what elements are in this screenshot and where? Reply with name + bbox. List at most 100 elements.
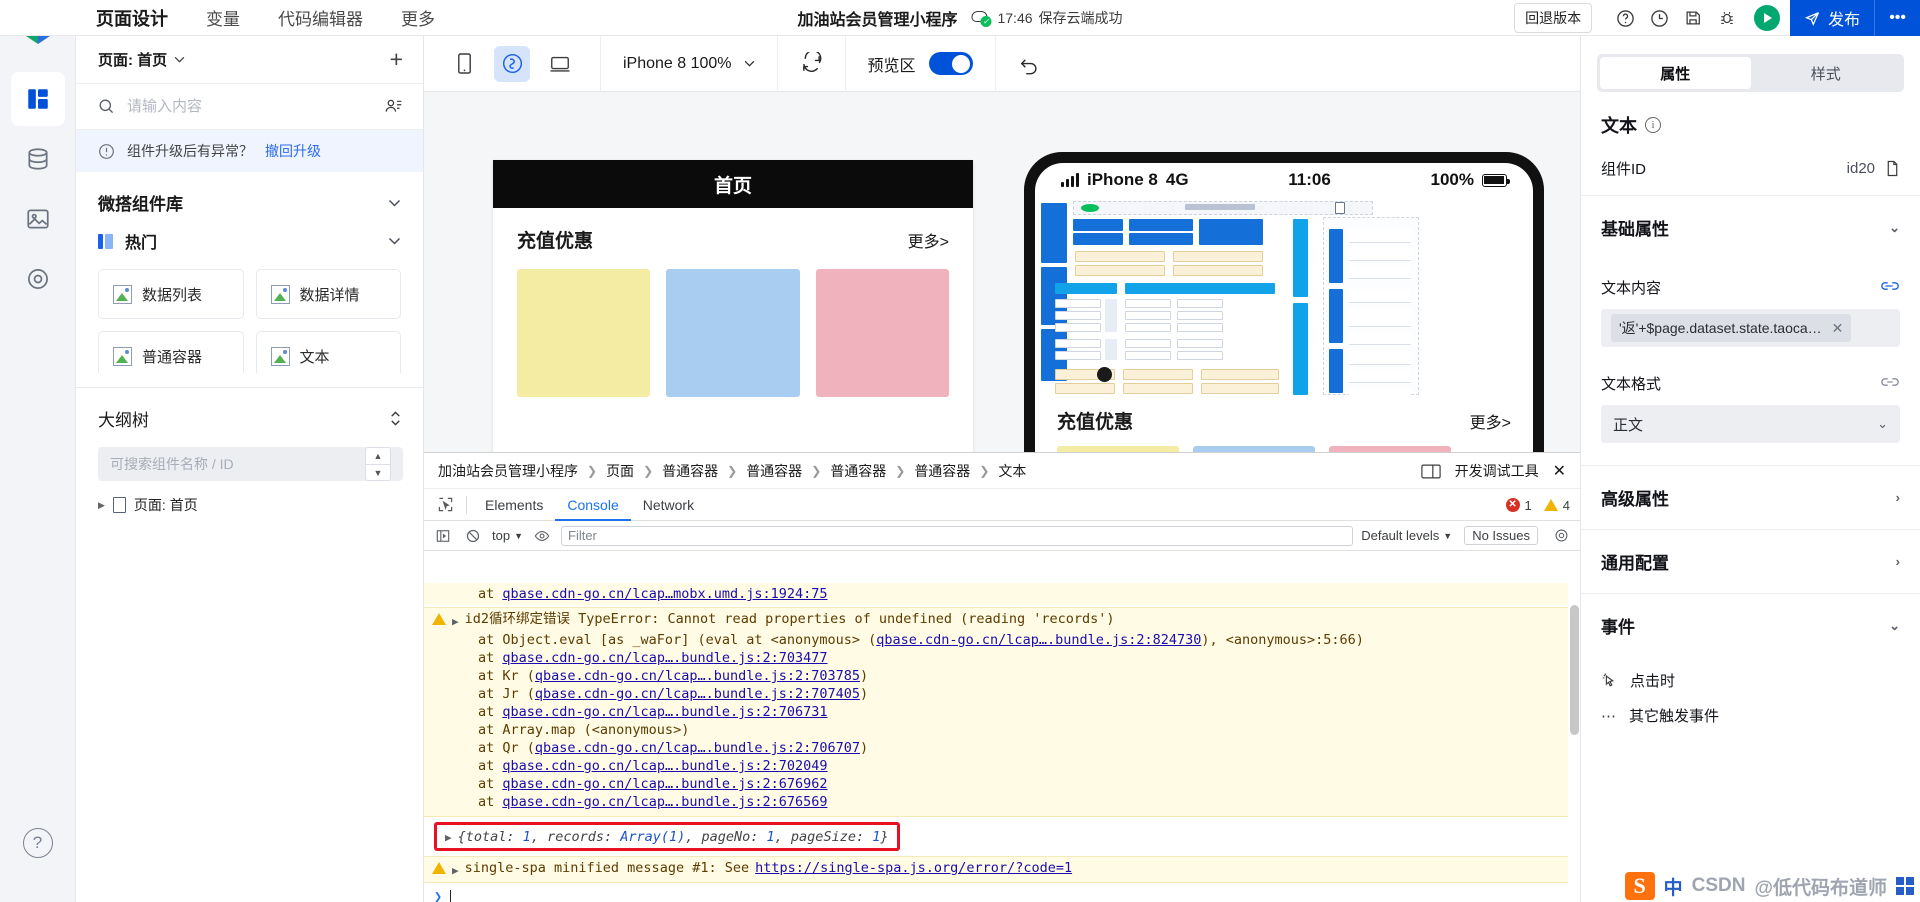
design-card-1[interactable] (517, 269, 651, 397)
refresh-button[interactable] (778, 36, 845, 92)
component-card-data-list[interactable]: 数据列表 (98, 269, 244, 319)
tab-console[interactable]: Console (555, 489, 630, 521)
tab-elements[interactable]: Elements (473, 489, 555, 521)
accordion-base-properties[interactable]: 基础属性 ⌄ (1581, 196, 1920, 259)
breadcrumb-item-3[interactable]: 普通容器 (746, 461, 802, 481)
add-page-button[interactable]: + (390, 48, 403, 71)
chevron-right-icon[interactable]: ▶ (98, 500, 105, 511)
stack-link[interactable]: qbase.cdn-go.cn/lcap….bundle.js:2:676962 (502, 776, 827, 792)
highlighted-object[interactable]: ▶ {total: 1, records: Array(1), pageNo: … (434, 822, 900, 851)
stepper-down[interactable]: ▼ (366, 464, 390, 480)
sidebar-item-media[interactable] (11, 192, 65, 246)
tab-variables[interactable]: 变量 (206, 5, 240, 30)
clear-console-icon[interactable] (462, 525, 484, 547)
sidebar-item-settings[interactable] (11, 252, 65, 306)
tab-page-design[interactable]: 页面设计 (96, 5, 168, 31)
search-input[interactable] (127, 98, 372, 115)
component-card-text[interactable]: 文本 (255, 331, 401, 373)
event-item-other-triggers[interactable]: ⋯ 其它触发事件 (1581, 698, 1920, 733)
outline-tree-root-row[interactable]: ▶ 页面: 首页 (76, 481, 423, 515)
tab-properties[interactable]: 属性 (1600, 57, 1751, 89)
design-card-3[interactable] (815, 269, 949, 397)
binding-expression-tag[interactable]: '返'+$page.dataset.state.taoca… ✕ (1611, 314, 1852, 342)
stack-link[interactable]: qbase.cdn-go.cn/lcap….bundle.js:2:706731 (502, 704, 827, 720)
tab-more[interactable]: 更多 (401, 5, 435, 30)
component-card-data-detail[interactable]: 数据详情 (255, 269, 401, 319)
design-more-link[interactable]: 更多> (908, 228, 949, 252)
tab-network[interactable]: Network (631, 489, 706, 521)
close-icon[interactable]: ✕ (1832, 320, 1844, 337)
binding-link-icon[interactable] (1880, 279, 1900, 296)
scrollbar-thumb[interactable] (1570, 605, 1579, 735)
console-prompt[interactable]: ❯ (424, 883, 1568, 902)
help-button[interactable]: ? (22, 828, 53, 858)
sidebar-item-layout[interactable] (10, 72, 65, 126)
outline-level-stepper[interactable]: ▲ ▼ (365, 447, 391, 481)
stack-link[interactable]: qbase.cdn-go.cn/lcap….bundle.js:2:703785 (535, 668, 860, 684)
design-card-2[interactable] (666, 269, 800, 397)
binding-link-icon[interactable] (1880, 375, 1900, 392)
event-item-on-click[interactable]: 点击时 (1581, 663, 1920, 698)
error-count[interactable]: ✕ 1 (1505, 498, 1532, 513)
info-icon[interactable]: i (1645, 117, 1661, 133)
miniprogram-icon[interactable] (494, 45, 530, 82)
console-sidebar-icon[interactable] (432, 525, 454, 547)
run-icon[interactable] (1754, 5, 1781, 31)
breadcrumb-item-2[interactable]: 普通容器 (662, 461, 718, 481)
preview-toggle[interactable] (928, 52, 973, 75)
text-format-select[interactable]: 正文 ⌄ (1601, 405, 1900, 443)
component-card-container[interactable]: 普通容器 (98, 331, 244, 373)
stack-link[interactable]: qbase.cdn-go.cn/lcap….bundle.js:2:707405 (535, 686, 860, 702)
console-settings-icon[interactable] (1550, 525, 1572, 547)
stack-link[interactable]: qbase.cdn-go.cn/lcap….bundle.js:2:676569 (502, 794, 827, 810)
rollback-upgrade-link[interactable]: 撤回升级 (265, 141, 321, 161)
chevron-down-icon[interactable] (388, 199, 401, 207)
outline-search-input[interactable] (110, 456, 365, 472)
text-content-input[interactable]: '返'+$page.dataset.state.taoca… ✕ (1601, 309, 1900, 347)
expand-triangle-icon[interactable]: ▶ (452, 862, 459, 880)
console-eye-icon[interactable] (531, 525, 553, 547)
stack-link[interactable]: qbase.cdn-go.cn/lcap…mobx.umd.js:1924:75 (502, 586, 827, 602)
log-levels-selector[interactable]: Default levels ▼ (1361, 528, 1452, 543)
preview-more-link[interactable]: 更多> (1470, 409, 1511, 433)
bug-icon[interactable] (1710, 0, 1744, 36)
stack-link[interactable]: qbase.cdn-go.cn/lcap….bundle.js:2:703477 (502, 650, 827, 666)
component-tree-icon[interactable] (384, 97, 403, 116)
chevron-down-icon[interactable] (388, 237, 401, 245)
close-icon[interactable]: ✕ (1553, 461, 1566, 481)
expand-triangle-icon[interactable]: ▶ (445, 829, 452, 847)
publish-button[interactable]: 发布 (1790, 0, 1875, 36)
undo-button[interactable] (996, 36, 1062, 92)
expand-collapse-icon[interactable] (388, 410, 403, 427)
breadcrumb-item-5[interactable]: 普通容器 (914, 461, 970, 481)
console-filter-input[interactable] (561, 525, 1354, 546)
console-scrollbar[interactable] (1570, 605, 1579, 896)
rollback-button[interactable]: 回退版本 (1514, 3, 1593, 33)
accordion-advanced-properties[interactable]: 高级属性 › (1581, 465, 1920, 529)
mobile-icon[interactable] (446, 46, 482, 82)
breadcrumb-item-4[interactable]: 普通容器 (830, 461, 886, 481)
history-icon[interactable] (1642, 0, 1676, 36)
zoom-selector[interactable]: iPhone 8 100% (601, 36, 777, 92)
tab-code-editor[interactable]: 代码编辑器 (278, 5, 363, 30)
stack-link[interactable]: qbase.cdn-go.cn/lcap….bundle.js:2:824730 (876, 632, 1201, 648)
execution-context-selector[interactable]: top ▼ (492, 528, 523, 543)
copy-icon[interactable] (1885, 160, 1900, 177)
console-output[interactable]: at qbase.cdn-go.cn/lcap…mobx.umd.js:1924… (424, 583, 1568, 902)
save-icon[interactable] (1676, 0, 1710, 36)
stepper-up[interactable]: ▲ (366, 448, 390, 464)
page-selector[interactable]: 页面: 首页 (98, 49, 185, 70)
help-icon[interactable] (1608, 0, 1642, 36)
desktop-icon[interactable] (542, 46, 578, 82)
breadcrumb-item-0[interactable]: 加油站会员管理小程序 (438, 461, 578, 481)
accordion-events[interactable]: 事件 ⌄ (1581, 593, 1920, 657)
tab-styles[interactable]: 样式 (1751, 57, 1902, 89)
last-warning-link[interactable]: https://single-spa.js.org/error/?code=1 (755, 859, 1072, 877)
inspect-element-icon[interactable] (430, 489, 460, 521)
issues-badge[interactable]: No Issues (1464, 526, 1538, 545)
stack-link[interactable]: qbase.cdn-go.cn/lcap….bundle.js:2:706707 (535, 740, 860, 756)
warning-count[interactable]: 4 (1543, 498, 1570, 513)
devtools-dock-icon[interactable] (1420, 464, 1441, 479)
accordion-common-config[interactable]: 通用配置 › (1581, 529, 1920, 593)
publish-more-button[interactable]: ••• (1874, 0, 1920, 36)
